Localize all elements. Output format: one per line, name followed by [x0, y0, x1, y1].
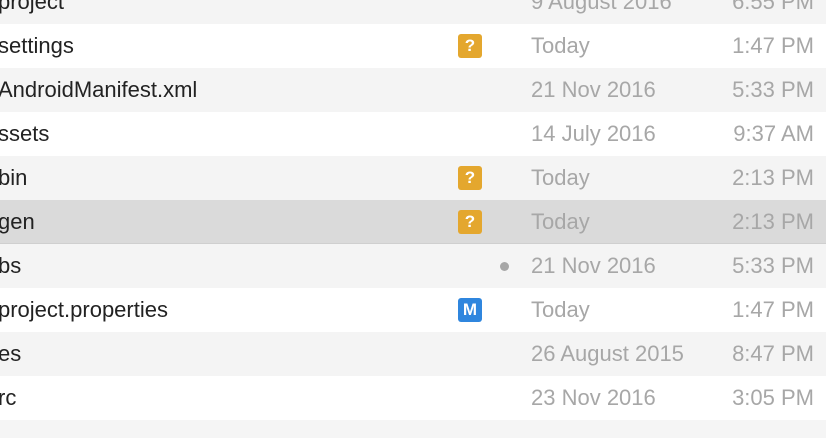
file-row-gen[interactable]: gen ? Today 2:13 PM: [0, 200, 826, 244]
file-time-modified: 9:37 AM: [733, 121, 814, 146]
file-row-project-properties[interactable]: project.properties M Today 1:47 PM: [0, 288, 826, 332]
file-name: project: [0, 0, 65, 14]
file-date-modified: Today: [531, 297, 590, 322]
file-row-android-manifest[interactable]: AndroidManifest.xml 21 Nov 2016 5:33 PM: [0, 68, 826, 112]
file-name: gen: [0, 209, 35, 234]
file-time-modified: 1:47 PM: [732, 33, 814, 58]
file-time-modified: 2:13 PM: [732, 209, 814, 234]
file-date-modified: 21 Nov 2016: [531, 253, 656, 278]
file-date-modified: Today: [531, 33, 590, 58]
file-name: ssets: [0, 121, 50, 146]
file-date-modified: Today: [531, 165, 590, 190]
file-time-modified: 5:33 PM: [732, 77, 814, 102]
file-time-modified: 6:55 PM: [732, 0, 814, 14]
file-date-modified: 26 August 2015: [531, 341, 684, 366]
file-date-modified: 14 July 2016: [531, 121, 656, 146]
file-row-bin[interactable]: bin ? Today 2:13 PM: [0, 156, 826, 200]
modified-dot-icon: [500, 262, 509, 271]
file-name: project.properties: [0, 297, 168, 322]
file-row-settings[interactable]: settings ? Today 1:47 PM: [0, 24, 826, 68]
file-row-assets[interactable]: ssets 14 July 2016 9:37 AM: [0, 112, 826, 156]
file-date-modified: 9 August 2016: [531, 0, 672, 14]
file-date-modified: 23 Nov 2016: [531, 385, 656, 410]
untracked-status-icon: ?: [458, 210, 482, 234]
file-row-libs[interactable]: bs 21 Nov 2016 5:33 PM: [0, 244, 826, 288]
file-row-project[interactable]: project 9 August 2016 6:55 PM: [0, 0, 826, 24]
untracked-status-icon: ?: [458, 166, 482, 190]
file-list: project 9 August 2016 6:55 PM settings ?…: [0, 0, 826, 420]
file-name: AndroidManifest.xml: [0, 77, 198, 102]
file-name: bs: [0, 253, 22, 278]
file-date-modified: Today: [531, 209, 590, 234]
file-time-modified: 8:47 PM: [732, 341, 814, 366]
file-time-modified: 2:13 PM: [732, 165, 814, 190]
file-time-modified: 3:05 PM: [732, 385, 814, 410]
modified-status-icon: M: [458, 298, 482, 322]
file-date-modified: 21 Nov 2016: [531, 77, 656, 102]
file-name: settings: [0, 33, 74, 58]
file-name: rc: [0, 385, 17, 410]
file-time-modified: 5:33 PM: [732, 253, 814, 278]
file-row-src[interactable]: rc 23 Nov 2016 3:05 PM: [0, 376, 826, 420]
file-name: bin: [0, 165, 28, 190]
untracked-status-icon: ?: [458, 34, 482, 58]
file-row-res[interactable]: es 26 August 2015 8:47 PM: [0, 332, 826, 376]
file-name: es: [0, 341, 22, 366]
file-time-modified: 1:47 PM: [732, 297, 814, 322]
